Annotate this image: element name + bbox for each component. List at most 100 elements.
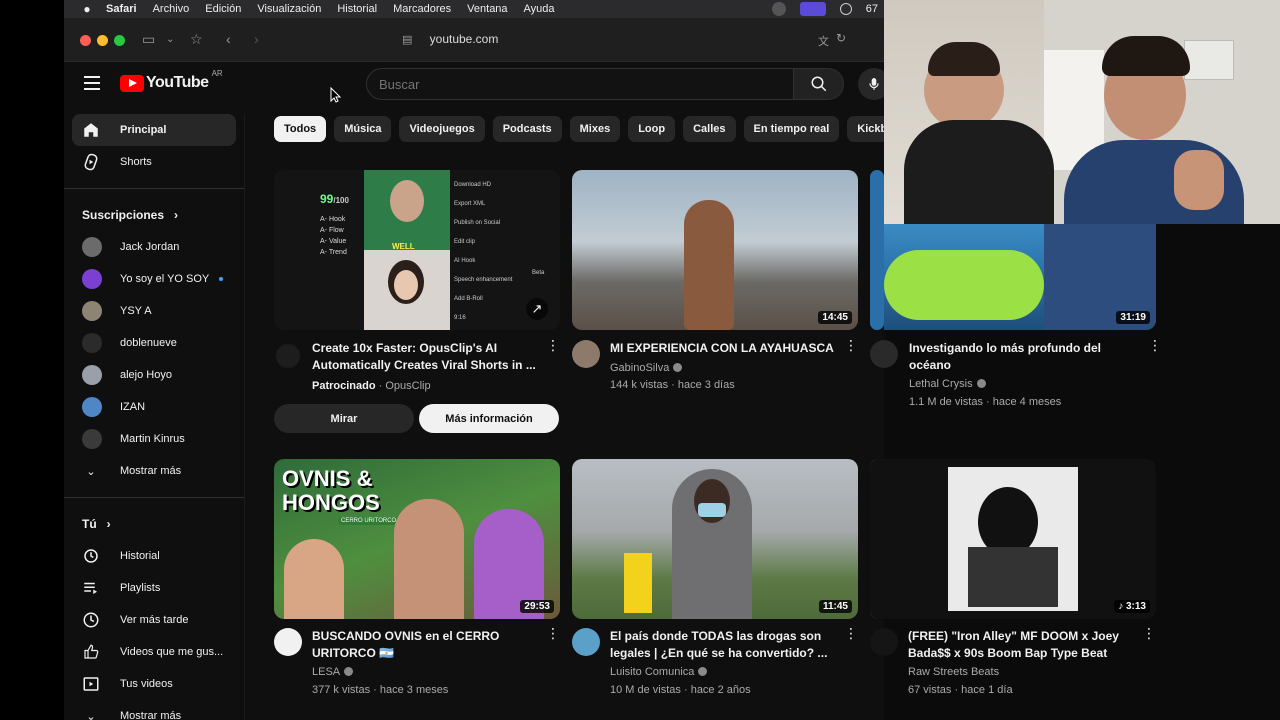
youtube-header: YouTube AR <box>64 62 884 106</box>
sidebar-subscription[interactable]: doblenueve <box>72 327 236 359</box>
chip-loop[interactable]: Loop <box>628 116 676 142</box>
chip-en-tiempo-real[interactable]: En tiempo real <box>743 116 840 142</box>
video-thumbnail[interactable]: 14:45 <box>572 170 858 330</box>
menu-visualizacion[interactable]: Visualización <box>257 3 321 15</box>
minimize-window-icon[interactable] <box>97 35 108 46</box>
video-thumbnail[interactable]: ♪ 3:13 <box>870 459 1156 619</box>
more-options-icon[interactable]: ⋮ <box>546 626 560 640</box>
avatar[interactable] <box>870 340 898 368</box>
menu-archivo[interactable]: Archivo <box>153 3 190 15</box>
thumb-comic-art <box>948 467 1078 611</box>
chip-podcasts[interactable]: Podcasts <box>492 116 562 142</box>
avatar[interactable] <box>572 628 600 656</box>
more-options-icon[interactable]: ⋮ <box>844 338 858 352</box>
sidebar-item-your-videos[interactable]: Tus videos <box>72 668 236 700</box>
menu-ventana[interactable]: Ventana <box>467 3 507 15</box>
more-options-icon[interactable]: ⋮ <box>546 338 560 352</box>
video-title[interactable]: El país donde TODAS las drogas son legal… <box>610 628 840 662</box>
video-meta: 1.1 M de vistas · hace 4 meses <box>909 396 1062 408</box>
bookmark-star-icon[interactable]: ☆ <box>190 31 203 48</box>
sidebar-item-watch-later[interactable]: Ver más tarde <box>72 604 236 636</box>
chevron-right-icon: › <box>174 208 179 222</box>
sidebar-subscription[interactable]: Yo soy el YO SOY <box>72 263 236 295</box>
back-icon[interactable]: ‹ <box>226 31 231 47</box>
video-thumbnail[interactable]: OVNIS & HONGOS CERRO URITORCO 29:53 <box>274 459 560 619</box>
sidebar-item-principal[interactable]: Principal <box>72 114 236 146</box>
youtube-logo[interactable]: YouTube AR <box>120 69 223 92</box>
apple-icon[interactable]: ● <box>76 2 98 16</box>
thumb-title-text: OVNIS & HONGOS <box>282 466 380 515</box>
video-title[interactable]: (FREE) "Iron Alley" MF DOOM x Joey Bada$… <box>908 628 1138 662</box>
sidebar-toggle-icon[interactable]: ▭ <box>142 31 155 48</box>
menu-historial[interactable]: Historial <box>337 3 377 15</box>
play-icon[interactable] <box>839 3 852 15</box>
reload-icon[interactable]: ↻ <box>836 31 846 45</box>
chip-kickboxing[interactable]: Kickbo <box>847 116 884 142</box>
more-info-button[interactable]: Más información <box>419 404 559 433</box>
avatar[interactable] <box>276 344 300 368</box>
screen-record-icon[interactable] <box>799 2 826 16</box>
search-input[interactable] <box>367 69 793 99</box>
sidebar-subscription[interactable]: IZAN <box>72 391 236 423</box>
cam-person-2-hair <box>1102 36 1190 76</box>
address-bar[interactable]: youtube.com <box>394 32 534 46</box>
search-button[interactable] <box>794 68 844 100</box>
video-title[interactable]: Create 10x Faster: OpusClip's AI Automat… <box>312 340 542 374</box>
forward-icon[interactable]: › <box>254 31 259 47</box>
zoom-window-icon[interactable] <box>114 35 125 46</box>
close-window-icon[interactable] <box>80 35 91 46</box>
channel-name[interactable]: LESA <box>312 664 354 681</box>
sidebar-item-playlists[interactable]: Playlists <box>72 572 236 604</box>
sidebar-subscription[interactable]: Jack Jordan <box>72 231 236 263</box>
channel-name[interactable]: GabinoSilva <box>610 360 683 377</box>
video-title[interactable]: MI EXPERIENCIA CON LA AYAHUASCA <box>610 340 840 357</box>
menu-marcadores[interactable]: Marcadores <box>393 3 451 15</box>
more-options-icon[interactable]: ⋮ <box>1148 338 1162 352</box>
sidebar-subscription[interactable]: YSY A <box>72 295 236 327</box>
avatar[interactable] <box>572 340 600 368</box>
menu-ayuda[interactable]: Ayuda <box>524 3 555 15</box>
sidebar-subscription[interactable]: Martin Kinrus <box>72 423 236 455</box>
menu-app-name[interactable]: Safari <box>106 3 137 15</box>
more-options-icon[interactable]: ⋮ <box>844 626 858 640</box>
shorts-icon <box>82 153 100 171</box>
channel-name[interactable]: Raw Streets Beats <box>908 664 999 681</box>
ad-person-bottom <box>364 250 450 330</box>
sidebar-item-shorts[interactable]: Shorts <box>72 146 236 178</box>
status-icon[interactable] <box>771 2 786 16</box>
video-info: (FREE) "Iron Alley" MF DOOM x Joey Bada$… <box>870 626 1156 698</box>
chip-mixes[interactable]: Mixes <box>569 116 621 142</box>
chip-calles[interactable]: Calles <box>683 116 736 142</box>
avatar[interactable] <box>274 628 302 656</box>
chip-videojuegos[interactable]: Videojuegos <box>399 116 485 142</box>
sidebar-item-historial[interactable]: Historial <box>72 540 236 572</box>
external-link-icon[interactable]: ↗ <box>526 298 548 320</box>
chevron-down-icon[interactable]: ⌄ <box>166 34 174 45</box>
channel-name[interactable]: Luisito Comunica <box>610 664 708 681</box>
video-thumbnail-ad[interactable]: 99/100 A- Hook A- Flow A- Value A- Trend… <box>274 170 560 330</box>
chip-musica[interactable]: Música <box>334 116 392 142</box>
more-options-icon[interactable]: ⋮ <box>1142 626 1156 640</box>
you-heading[interactable]: Tú › <box>64 508 244 540</box>
subscriptions-heading[interactable]: Suscripciones › <box>64 199 244 231</box>
voice-search-button[interactable] <box>858 68 884 100</box>
video-thumbnail[interactable]: 11:45 <box>572 459 858 619</box>
webcam-overlay <box>884 0 1280 224</box>
translate-icon[interactable]: 文 <box>818 33 829 49</box>
watch-button[interactable]: Mirar <box>274 404 414 433</box>
video-title[interactable]: Investigando lo más profundo del océano <box>909 340 1139 374</box>
sidebar-item-label: Principal <box>120 124 167 136</box>
show-more-subscriptions[interactable]: ⌄ Mostrar más <box>72 455 236 487</box>
sidebar-item-liked[interactable]: Videos que me gus... <box>72 636 236 668</box>
chip-todos[interactable]: Todos <box>274 116 327 142</box>
video-title[interactable]: BUSCANDO OVNIS en el CERRO URITORCO 🇦🇷 <box>312 628 542 662</box>
avatar[interactable] <box>870 628 898 656</box>
menu-icon[interactable] <box>84 76 100 94</box>
video-meta: 10 M de vistas · hace 2 años <box>610 684 751 696</box>
video-thumbnail[interactable]: 31:19 <box>884 224 1156 330</box>
channel-name[interactable]: Lethal Crysis <box>909 376 986 393</box>
menu-edicion[interactable]: Edición <box>205 3 241 15</box>
sidebar-subscription[interactable]: alejo Hoyo <box>72 359 236 391</box>
show-more-you[interactable]: ⌄ Mostrar más <box>72 700 236 720</box>
video-thumbnail-partial[interactable] <box>870 170 884 330</box>
